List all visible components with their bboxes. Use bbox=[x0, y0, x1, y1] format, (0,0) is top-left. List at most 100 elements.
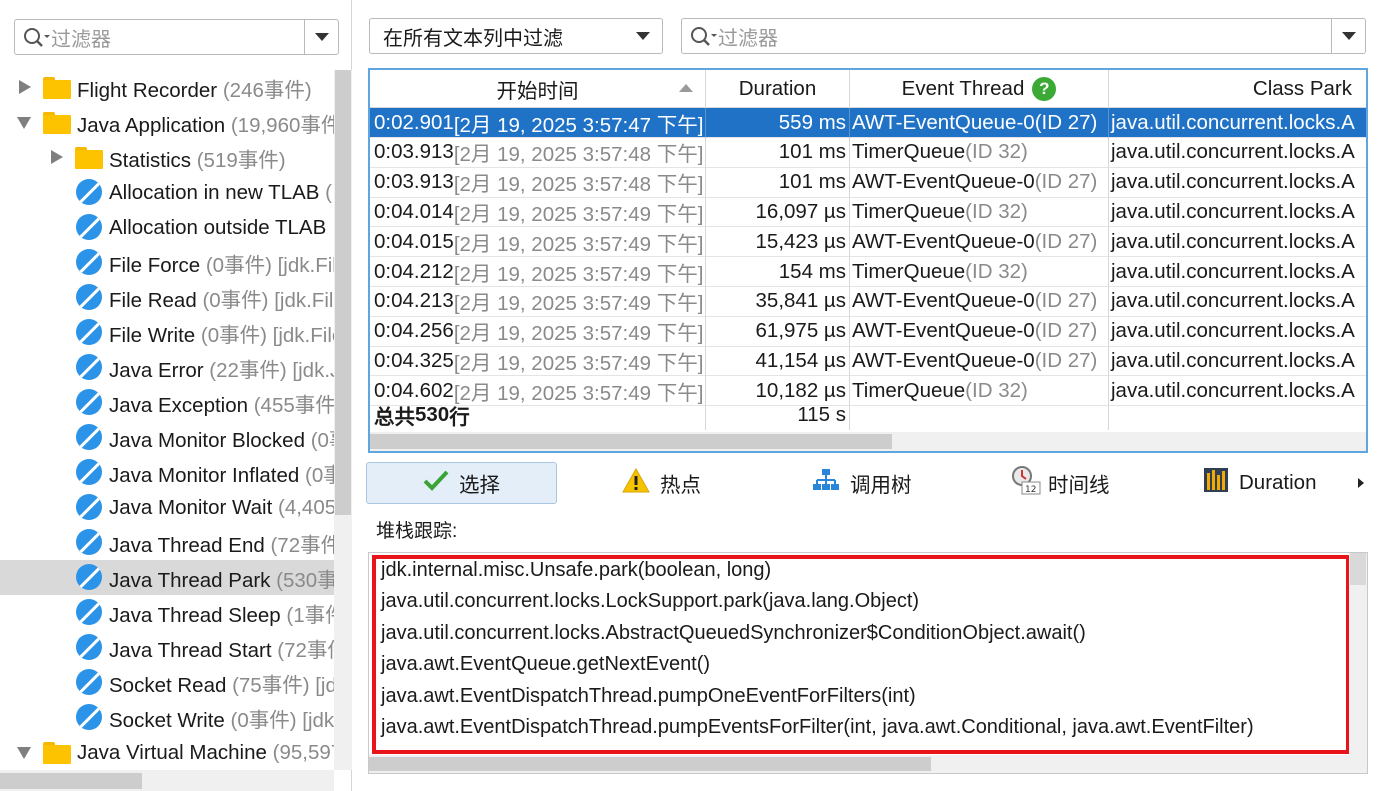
total-count: 530 bbox=[415, 403, 450, 426]
stack-horizontal-scrollbar[interactable] bbox=[369, 755, 1367, 773]
table-filter-input[interactable]: 过滤器 bbox=[681, 18, 1366, 54]
tree-item[interactable]: Java Thread Park (530事 bbox=[0, 560, 334, 595]
tree-item-label: Java Error (22事件) [jdk.Ja bbox=[109, 353, 334, 383]
tree-item[interactable]: Java Thread End (72事件 bbox=[0, 525, 334, 560]
tree-item-count: (0事 bbox=[310, 428, 334, 452]
tree-item-name: Java Thread Park bbox=[109, 568, 271, 592]
tree-item[interactable]: Java Monitor Wait (4,405 bbox=[0, 490, 334, 525]
stack-trace-label: 堆栈跟踪: bbox=[376, 521, 458, 542]
expanded-arrow-icon[interactable] bbox=[17, 117, 31, 129]
park-class: java.util.concurrent.locks.A bbox=[1111, 229, 1355, 253]
left-filter-input[interactable]: 过滤器 bbox=[14, 19, 339, 55]
table-cell: 0:04.015 [2月 19, 2025 3:57:49 下午] bbox=[370, 227, 706, 258]
tree-item-name: File Force bbox=[109, 253, 201, 277]
tree-item[interactable]: Java Monitor Blocked (0事 bbox=[0, 420, 334, 455]
column-header-duration[interactable]: Duration bbox=[706, 70, 850, 108]
tree-item[interactable]: File Force (0事件) [jdk.File bbox=[0, 245, 334, 280]
table-horizontal-scrollbar[interactable] bbox=[370, 432, 1366, 451]
tree-item-name: Java Virtual Machine bbox=[77, 740, 267, 764]
folder-icon bbox=[43, 742, 71, 764]
column-header-start-time[interactable]: 开始时间 bbox=[370, 70, 706, 108]
check-icon bbox=[423, 469, 449, 497]
tree-item[interactable]: Statistics (519事件) bbox=[0, 140, 334, 175]
tree-item[interactable]: Java Application (19,960事件 bbox=[0, 105, 334, 140]
search-icon bbox=[21, 20, 51, 54]
tree-item[interactable]: Java Error (22事件) [jdk.Ja bbox=[0, 350, 334, 385]
tree-item[interactable]: Java Exception (455事件) bbox=[0, 385, 334, 420]
table-cell: 559 ms bbox=[706, 108, 850, 138]
thread-name: TimerQueue bbox=[852, 199, 966, 223]
tree-item-label: Java Thread End (72事件 bbox=[109, 528, 334, 558]
tree-vertical-scrollbar[interactable] bbox=[334, 70, 352, 770]
filter-placeholder: 过滤器 bbox=[718, 27, 778, 50]
tree-item[interactable]: Java Thread Sleep (1事件 bbox=[0, 595, 334, 630]
event-type-icon bbox=[76, 319, 102, 345]
start-date: [2月 19, 2025 3:57:49 下午] bbox=[453, 292, 704, 316]
tab-call-tree[interactable]: 调用树 bbox=[812, 462, 912, 504]
call-tree-icon bbox=[812, 468, 840, 498]
table-cell: TimerQueue (ID 32) bbox=[850, 137, 1109, 168]
tree-item[interactable]: Java Thread Start (72事件 bbox=[0, 630, 334, 665]
tab-hot-spots[interactable]: 热点 bbox=[622, 462, 701, 504]
event-type-icon bbox=[76, 354, 102, 380]
tab-label: 时间线 bbox=[1048, 474, 1110, 497]
tree-item-count: (519事件) bbox=[196, 148, 286, 172]
column-header-label: Event Thread bbox=[901, 76, 1025, 100]
tree-item[interactable]: Java Monitor Inflated (0事 bbox=[0, 455, 334, 490]
thread-id: (ID 32) bbox=[965, 259, 1028, 283]
park-class: java.util.concurrent.locks.A bbox=[1111, 378, 1355, 402]
tree-item[interactable]: File Read (0事件) [jdk.File bbox=[0, 280, 334, 315]
chevron-down-icon bbox=[314, 33, 329, 41]
table-cell: java.util.concurrent.locks.A bbox=[1109, 317, 1366, 347]
column-header-label: 开始时间 bbox=[496, 79, 579, 103]
table-cell: java.util.concurrent.locks.A bbox=[1109, 168, 1366, 198]
tree-item-label: File Force (0事件) [jdk.File bbox=[109, 248, 334, 278]
tab-label: 选择 bbox=[459, 474, 500, 497]
column-header-event-thread[interactable]: Event Thread ? bbox=[850, 70, 1109, 108]
thread-id: (ID 32) bbox=[965, 199, 1028, 223]
filter-history-dropdown[interactable] bbox=[1331, 19, 1365, 53]
table-cell: 41,154 µs bbox=[706, 346, 850, 377]
total-prefix: 总共 bbox=[374, 406, 415, 429]
tree-item-count: (455事件) bbox=[253, 393, 334, 417]
table-cell: java.util.concurrent.locks.A bbox=[1109, 227, 1366, 258]
tree-item[interactable]: Flight Recorder (246事件) bbox=[0, 70, 334, 105]
duration-value: 559 ms bbox=[778, 110, 846, 134]
start-time: 0:02.901 bbox=[374, 110, 454, 134]
filter-scope-select[interactable]: 在所有文本列中过滤 bbox=[369, 18, 663, 54]
filter-placeholder: 过滤器 bbox=[51, 28, 111, 51]
table-cell: 0:04.014 [2月 19, 2025 3:57:49 下午] bbox=[370, 197, 706, 228]
filter-history-dropdown[interactable] bbox=[304, 20, 338, 54]
collapsed-arrow-icon[interactable] bbox=[51, 150, 63, 164]
start-time: 0:04.212 bbox=[374, 259, 454, 283]
tree-item[interactable]: File Write (0事件) [jdk.File bbox=[0, 315, 334, 350]
help-icon[interactable]: ? bbox=[1032, 76, 1057, 101]
thread-name: TimerQueue bbox=[852, 140, 966, 164]
event-detail-panel: 在所有文本列中过滤 过滤器 开始时间 Duration Event Thread… bbox=[352, 0, 1377, 791]
tree-item[interactable]: Allocation in new TLAB ( bbox=[0, 175, 334, 210]
tab-duration[interactable]: Duration bbox=[1203, 462, 1317, 504]
tree-item[interactable]: Socket Write (0事件) [jdk bbox=[0, 700, 334, 735]
tree-item-label: Allocation in new TLAB ( bbox=[109, 181, 332, 205]
thread-name: AWT-EventQueue-0 bbox=[852, 110, 1035, 134]
start-time: 0:03.913 bbox=[374, 170, 454, 194]
column-header-class-park[interactable]: Class Park bbox=[1109, 70, 1366, 108]
expanded-arrow-icon[interactable] bbox=[17, 747, 31, 759]
tree-item-name: Socket Read bbox=[109, 673, 227, 697]
tree-item[interactable]: Java Virtual Machine (95,597 bbox=[0, 735, 334, 770]
tree-item-label: Java Monitor Blocked (0事 bbox=[109, 423, 334, 453]
tree-item-label: Java Virtual Machine (95,597 bbox=[77, 741, 334, 765]
tab-overflow-arrow-icon[interactable] bbox=[1358, 478, 1364, 488]
tree-item-count: (72事件 bbox=[277, 638, 334, 662]
tab-label: 调用树 bbox=[850, 474, 912, 497]
tab-selection[interactable]: 选择 bbox=[366, 462, 557, 504]
tree-item[interactable]: Socket Read (75事件) [jd bbox=[0, 665, 334, 700]
tab-label: Duration bbox=[1239, 471, 1317, 494]
tree-item-count: ( bbox=[325, 180, 332, 204]
total-suffix: 行 bbox=[449, 406, 470, 429]
stack-vertical-scrollbar[interactable] bbox=[1349, 553, 1367, 755]
tree-horizontal-scrollbar[interactable] bbox=[0, 770, 334, 791]
tree-item[interactable]: Allocation outside TLAB bbox=[0, 210, 334, 245]
tab-timeline[interactable]: 12 时间线 bbox=[1010, 462, 1110, 504]
collapsed-arrow-icon[interactable] bbox=[19, 80, 31, 94]
